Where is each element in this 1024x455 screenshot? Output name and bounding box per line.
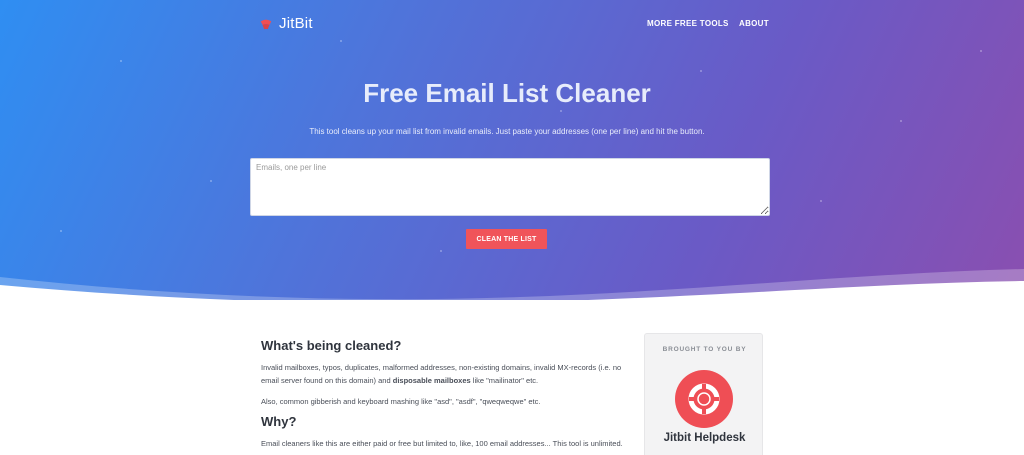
- emails-textarea[interactable]: [250, 158, 770, 216]
- section-paragraph-why: Email cleaners like this are either paid…: [261, 439, 623, 448]
- sponsor-title: BROUGHT TO YOU BY: [662, 346, 747, 353]
- nav-about[interactable]: ABOUT: [739, 19, 769, 28]
- hero-wave: [0, 269, 1024, 300]
- logo-text: JitBit: [279, 15, 313, 32]
- lifebuoy-icon: [675, 370, 733, 428]
- nav-more-free-tools[interactable]: MORE FREE TOOLS: [647, 19, 729, 28]
- page-description: This tool cleans up your mail list from …: [309, 127, 705, 136]
- paragraph-bold-text: disposable mailboxes: [392, 376, 471, 385]
- section-heading-whats-cleaned: What's being cleaned?: [261, 338, 402, 353]
- sponsor-box[interactable]: BROUGHT TO YOU BY Jitbit Helpdesk: [644, 333, 763, 455]
- section-paragraph-gibberish: Also, common gibberish and keyboard mash…: [261, 397, 541, 406]
- top-nav: JitBit MORE FREE TOOLS ABOUT: [0, 0, 1024, 50]
- main-content: What's being cleaned? Invalid mailboxes,…: [261, 338, 631, 455]
- page-title: Free Email List Cleaner: [363, 78, 651, 108]
- paragraph-text: like "mailinator" etc.: [470, 376, 539, 385]
- jitbit-logo-icon: [260, 19, 272, 29]
- clean-list-button[interactable]: CLEAN THE LIST: [466, 229, 547, 249]
- logo[interactable]: JitBit: [259, 15, 313, 32]
- section-heading-why: Why?: [261, 414, 297, 429]
- section-paragraph-cleaned: Invalid mailboxes, typos, duplicates, ma…: [261, 361, 631, 387]
- sponsor-brand: Jitbit Helpdesk: [663, 432, 746, 444]
